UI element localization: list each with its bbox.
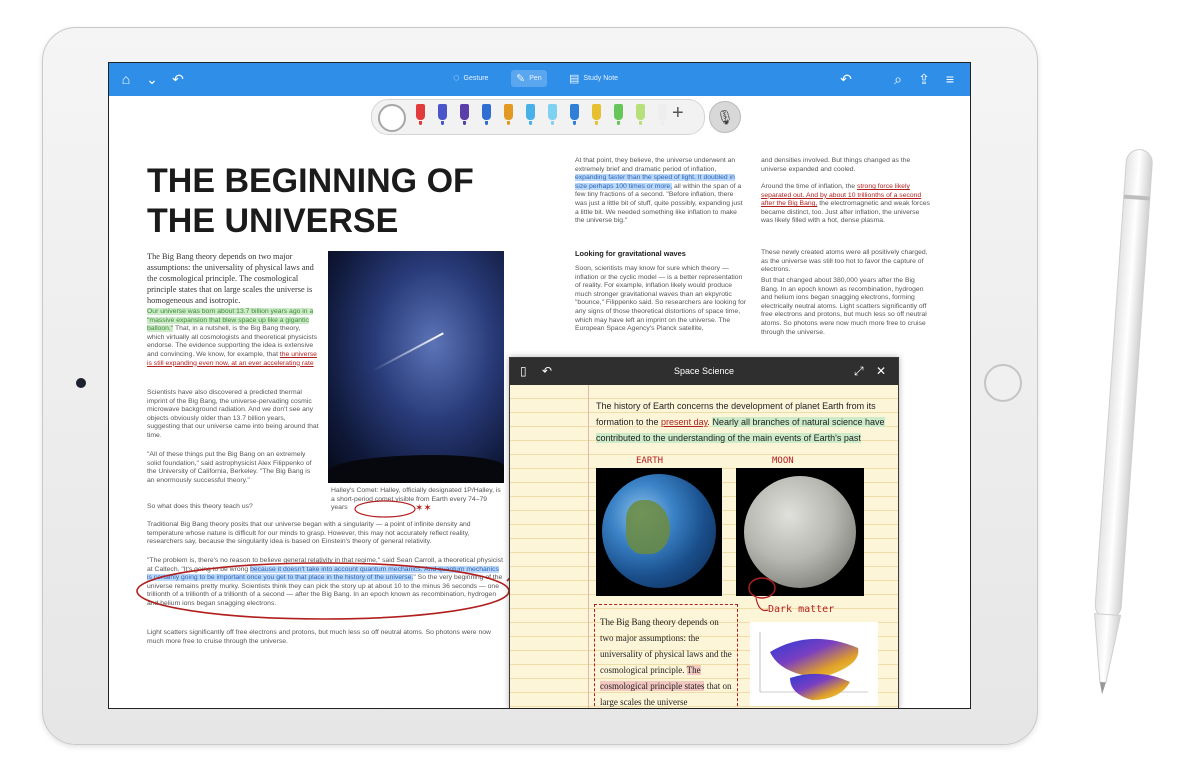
study-note-panel[interactable]: ▯ ↶ Space Science ⤢ ✕ The history of Ear… <box>509 357 899 708</box>
comet-streak <box>372 332 444 372</box>
present-day-underline: present day <box>661 417 708 427</box>
surface-top <box>770 638 859 678</box>
paragraph-5: Traditional Big Bang theory posits that … <box>147 521 471 546</box>
earth-label: EARTH <box>636 456 664 466</box>
intro-paragraph: The Big Bang theory depends on two major… <box>147 252 314 305</box>
note-text: The history of Earth concerns the develo… <box>596 398 886 446</box>
surface-plot-svg <box>759 632 868 700</box>
screen: ⌂ ⌄ ↶ ◌ Gesture ✎ Pen ▤ Study Note ↶ ⌕ ⇪… <box>108 62 971 709</box>
paragraph-3: "All of these things put the Big Bang on… <box>147 451 312 484</box>
note-margin-line <box>588 385 589 708</box>
article-title: THE BEGINNING OF THE UNIVERSE <box>147 161 507 241</box>
note-header: ▯ ↶ Space Science ⤢ ✕ <box>510 358 898 385</box>
paragraph-2: Scientists have also discovered a predic… <box>147 389 319 439</box>
dark-matter-label: Dark matter <box>768 604 835 615</box>
moon-disk <box>744 476 856 588</box>
moon-image[interactable] <box>736 468 864 596</box>
night-sky-photo[interactable] <box>328 251 504 483</box>
home-button[interactable] <box>984 364 1022 402</box>
title-line-2: THE UNIVERSE <box>147 202 399 240</box>
stylus-pencil <box>1094 149 1153 695</box>
note-title: Space Science <box>673 366 735 376</box>
col3-paragraph-4: But that changed about 380,000 years aft… <box>761 277 927 336</box>
col3-text-b: Around the time of inflation, the <box>761 183 857 190</box>
paragraph-4: So what does this theory teach us? <box>147 503 253 510</box>
col2-paragraph-2: Soon, scientists may know for sure which… <box>575 265 747 333</box>
clipped-text: The Big Bang theory depends on two major… <box>600 614 732 708</box>
col3-paragraph-3: These newly created atoms were all posit… <box>761 249 928 274</box>
hill-silhouette <box>328 455 504 483</box>
col2-text-a: At that point, they believe, the univers… <box>575 157 736 173</box>
title-line-1: THE BEGINNING OF <box>147 162 474 200</box>
paragraph-6: "The problem is, there's no reason to be… <box>147 557 505 609</box>
col3-paragraph-1: and densities involved. But things chang… <box>761 157 911 173</box>
surface-plot-image[interactable] <box>750 622 878 706</box>
photo-caption: Halley's Comet: Halley, officially desig… <box>331 487 501 512</box>
camera <box>76 378 86 388</box>
close-icon[interactable]: ✕ <box>876 364 886 378</box>
surface-bottom <box>790 673 850 700</box>
paragraph-7: Light scatters significantly off free el… <box>147 629 491 645</box>
moon-label: MOON <box>772 456 794 466</box>
clipped-text-a: The Big Bang theory depends on two major… <box>600 617 732 675</box>
expand-icon[interactable]: ⤢ <box>854 364 864 379</box>
section-heading: Looking for gravitational waves <box>575 249 686 258</box>
paragraph-1: Our universe was born about 13.7 billion… <box>147 308 319 368</box>
col3-paragraph-2: Around the time of inflation, the strong… <box>761 183 931 226</box>
earth-image[interactable] <box>596 468 722 596</box>
col2-paragraph-1: At that point, they believe, the univers… <box>575 157 747 226</box>
